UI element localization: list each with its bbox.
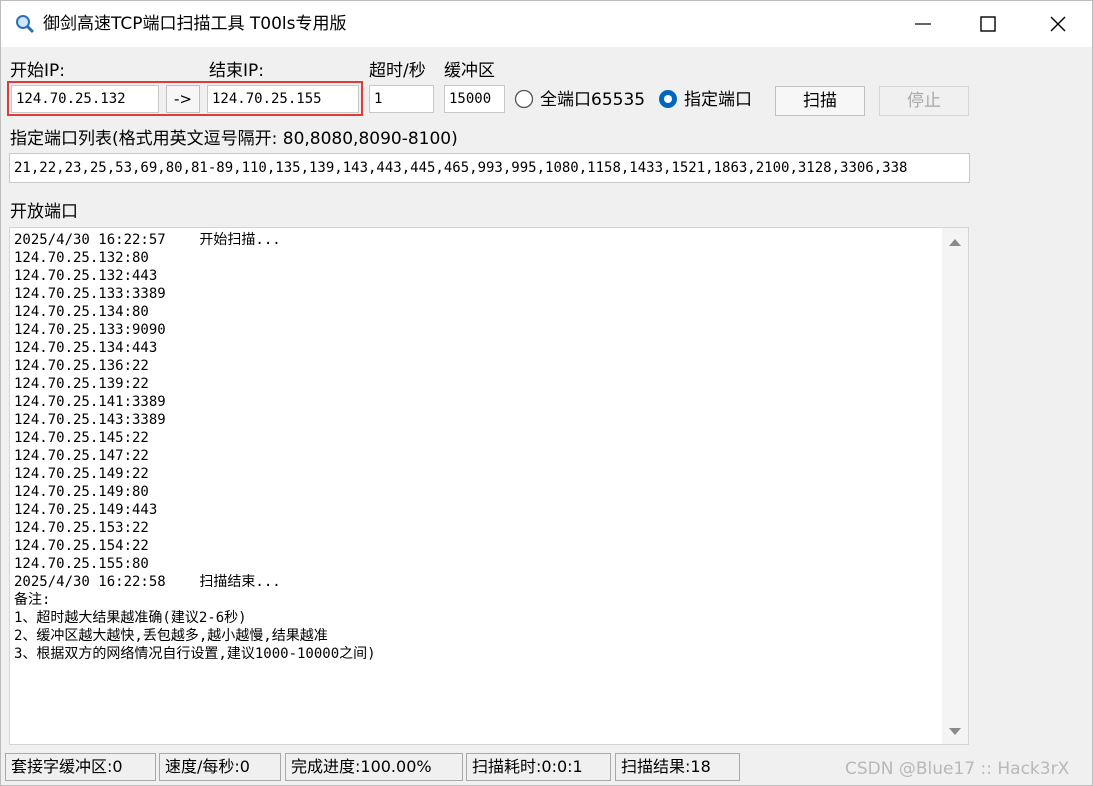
status-progress: 完成进度:100.00% xyxy=(285,753,463,781)
log-line: 124.70.25.132:443 xyxy=(14,268,158,284)
status-results: 扫描结果:18 xyxy=(615,753,740,781)
end-ip-input[interactable]: 124.70.25.155 xyxy=(207,85,359,113)
log-line: 124.70.25.136:22 xyxy=(14,358,149,374)
log-line: 2025/4/30 16:22:58 扫描结束... xyxy=(14,574,281,590)
buffer-input[interactable]: 15000 xyxy=(444,85,505,113)
log-line: 124.70.25.149:80 xyxy=(14,484,149,500)
specified-ports-label: 指定端口 xyxy=(684,90,752,110)
log-line: 124.70.25.153:22 xyxy=(14,520,149,536)
log-line: 124.70.25.143:3389 xyxy=(14,412,166,428)
ip-range-arrow-button[interactable]: -> xyxy=(166,85,200,113)
timeout-label: 超时/秒 xyxy=(369,61,426,81)
maximize-icon xyxy=(980,16,996,32)
end-ip-label: 结束IP: xyxy=(209,61,264,81)
log-line: 124.70.25.155:80 xyxy=(14,556,149,572)
log-line: 124.70.25.154:22 xyxy=(14,538,149,554)
log-line: 124.70.25.149:443 xyxy=(14,502,158,518)
log-line: 3、根据双方的网络情况自行设置,建议1000-10000之间) xyxy=(14,646,376,662)
scan-button[interactable]: 扫描 xyxy=(775,86,865,116)
magnifier-icon xyxy=(15,14,35,34)
log-line: 2、缓冲区越大越快,丢包越多,越小越慢,结果越准 xyxy=(14,628,328,644)
open-ports-log[interactable]: 2025/4/30 16:22:57 开始扫描... 124.70.25.132:… xyxy=(9,227,969,745)
log-scrollbar[interactable] xyxy=(942,228,968,744)
all-ports-radio[interactable] xyxy=(514,89,534,109)
log-line: 124.70.25.149:22 xyxy=(14,466,149,482)
status-elapsed: 扫描耗时:0:0:1 xyxy=(466,753,611,781)
buffer-label: 缓冲区 xyxy=(444,61,495,81)
log-line: 124.70.25.145:22 xyxy=(14,430,149,446)
log-line: 124.70.25.141:3389 xyxy=(14,394,166,410)
log-line: 备注: xyxy=(14,592,51,608)
scroll-up-icon xyxy=(949,239,961,246)
window-title: 御剑高速TCP端口扫描工具 T00ls专用版 xyxy=(43,14,347,34)
log-line: 124.70.25.139:22 xyxy=(14,376,149,392)
watermark: CSDN @Blue17 :: Hack3rX xyxy=(845,759,1070,779)
log-line: 124.70.25.134:80 xyxy=(14,304,149,320)
minimize-button[interactable] xyxy=(891,1,955,47)
status-socket-buffer: 套接字缓冲区:0 xyxy=(5,753,156,781)
start-ip-input[interactable]: 124.70.25.132 xyxy=(11,85,159,113)
stop-button[interactable]: 停止 xyxy=(879,86,969,116)
close-icon xyxy=(1050,16,1066,32)
status-speed: 速度/每秒:0 xyxy=(159,753,281,781)
title-bar: 御剑高速TCP端口扫描工具 T00ls专用版 xyxy=(1,1,1092,47)
log-line: 2025/4/30 16:22:57 开始扫描... xyxy=(14,232,281,248)
close-button[interactable] xyxy=(1026,1,1090,47)
specified-ports-radio[interactable] xyxy=(658,89,678,109)
timeout-input[interactable]: 1 xyxy=(369,85,434,113)
log-line: 1、超时越大结果越准确(建议2-6秒) xyxy=(14,610,247,626)
open-ports-label: 开放端口 xyxy=(10,202,78,222)
scroll-down-icon xyxy=(949,728,961,735)
minimize-icon xyxy=(915,23,931,25)
log-lines: 2025/4/30 16:22:57 开始扫描... 124.70.25.132:… xyxy=(14,231,939,663)
log-line: 124.70.25.133:9090 xyxy=(14,322,166,338)
log-line: 124.70.25.132:80 xyxy=(14,250,149,266)
port-list-input[interactable]: 21,22,23,25,53,69,80,81-89,110,135,139,1… xyxy=(9,153,970,183)
log-line: 124.70.25.147:22 xyxy=(14,448,149,464)
app-window: 御剑高速TCP端口扫描工具 T00ls专用版 开始IP: 结束IP: 超时/秒 … xyxy=(0,0,1093,786)
start-ip-label: 开始IP: xyxy=(10,61,65,81)
port-list-label: 指定端口列表(格式用英文逗号隔开: 80,8080,8090-8100) xyxy=(10,129,458,149)
log-line: 124.70.25.133:3389 xyxy=(14,286,166,302)
maximize-button[interactable] xyxy=(956,1,1020,47)
log-line: 124.70.25.134:443 xyxy=(14,340,158,356)
all-ports-label: 全端口65535 xyxy=(540,90,646,110)
